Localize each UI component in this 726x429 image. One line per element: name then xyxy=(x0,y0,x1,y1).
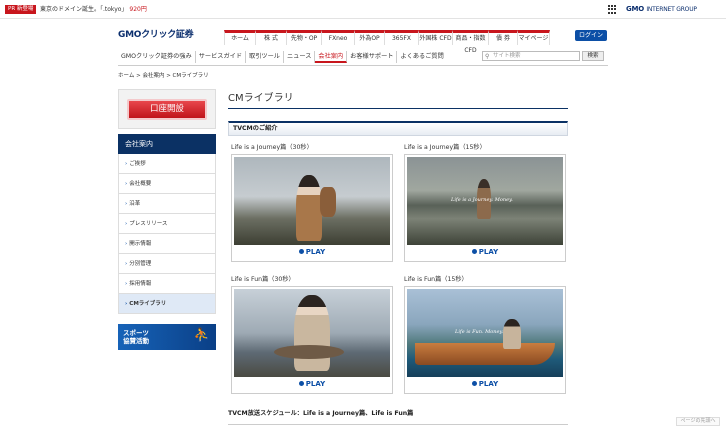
sidebar: 口座開設 会社案内 ご挨拶会社概要沿革プレスリリース開示情報分別管理採用情報CM… xyxy=(118,89,216,350)
search-placeholder: サイト検索 xyxy=(493,53,521,59)
play-icon xyxy=(471,249,477,254)
gmo-group-logo-main[interactable]: GMO xyxy=(626,5,644,13)
play-icon xyxy=(298,249,304,254)
video-still xyxy=(234,157,390,245)
sub-nav: GMOクリック証券の強み サービスガイド 取引ツール ニュース 会社案内 お客様サポートよ… xyxy=(118,51,447,63)
pr-price[interactable]: 920円 xyxy=(129,6,146,13)
site-header: GMOクリック証券 ホーム株 式先物・OP FXneo 外為OP 365FX 外国株 C… xyxy=(0,19,726,67)
video-still: Life is a Journey. Money. xyxy=(407,157,563,245)
gmo-group-logo[interactable]: GMO INTERNET GROUP xyxy=(626,4,697,15)
play-button[interactable]: PLAY xyxy=(234,377,390,391)
main-nav-item[interactable]: FXneo xyxy=(322,30,355,45)
play-icon xyxy=(298,381,304,386)
main-nav-item[interactable]: 外為OP xyxy=(355,30,385,45)
sidebar-item[interactable]: 採用情報 xyxy=(119,274,215,294)
main-content: CMライブラリ TVCMのご紹介 xyxy=(228,89,568,136)
play-label[interactable]: PLAY xyxy=(306,380,325,388)
sports-sponsorship-banner[interactable]: スポーツ 協賛活動 ⛹ xyxy=(118,324,216,350)
logo-gmo[interactable]: GMO xyxy=(118,30,141,40)
sub-nav-item[interactable]: サービスガイド xyxy=(196,51,247,63)
search-input[interactable]: ⚲ サイト検索 xyxy=(482,51,580,61)
sub-nav-item[interactable]: お客様サポート xyxy=(347,51,398,63)
main-nav-item[interactable]: 先物・OP xyxy=(287,30,322,45)
main-nav: ホーム株 式先物・OP FXneo 外為OP 365FX 外国株 CFD 商品・指数 CF… xyxy=(224,30,550,54)
play-label[interactable]: PLAY xyxy=(479,248,498,256)
top-bar: PR 新登場 東京のドメイン誕生。「.tokyo」 920円 GMO INTERN… xyxy=(0,0,726,19)
main-nav-item[interactable]: マイページ xyxy=(518,30,550,45)
logo-name[interactable]: クリック証券 xyxy=(141,30,194,40)
video-thumbnail[interactable]: Life is Fun. Money. PLAY xyxy=(404,286,566,394)
video-title: Life is a Journey篇（30秒） xyxy=(231,144,313,151)
search-button[interactable]: 検索 xyxy=(582,51,604,61)
login-button[interactable]: ログイン xyxy=(575,30,607,41)
main-nav-item[interactable]: 365FX xyxy=(385,30,419,45)
video-thumbnail[interactable]: Life is a Journey. Money. PLAY xyxy=(404,154,566,262)
video-still xyxy=(234,289,390,377)
play-button[interactable]: PLAY xyxy=(407,377,563,391)
play-button[interactable]: PLAY xyxy=(407,245,563,259)
search-icon: ⚲ xyxy=(485,53,490,60)
sidebar-list: ご挨拶会社概要沿革プレスリリース開示情報分別管理採用情報CMライブラリ xyxy=(118,154,216,314)
main-nav-item[interactable]: 商品・指数 CFD xyxy=(453,30,489,54)
sidebar-item[interactable]: CMライブラリ xyxy=(119,294,215,314)
apps-grid-icon[interactable] xyxy=(608,5,617,14)
sub-nav-item[interactable]: 取引ツール xyxy=(246,51,284,63)
main-nav-item[interactable]: 外国株 CFD xyxy=(419,30,453,45)
pr-badge: PR 新登場 xyxy=(5,5,37,14)
sub-nav-item[interactable]: GMOクリック証券の強み xyxy=(118,51,196,63)
page-title: CMライブラリ xyxy=(228,89,568,109)
video-title: Life is a Journey篇（15秒） xyxy=(404,144,486,151)
pr-link[interactable]: 東京のドメイン誕生。「.tokyo」 920円 xyxy=(40,4,147,15)
schedule-divider xyxy=(228,424,568,425)
open-account-button[interactable]: 口座開設 xyxy=(127,99,207,120)
sidebar-item[interactable]: 開示情報 xyxy=(119,234,215,254)
schedule-heading: TVCM放送スケジュール：Life is a Journey篇、Life is … xyxy=(228,410,414,417)
video-thumbnail[interactable]: PLAY xyxy=(231,286,393,394)
video-card[interactable]: Life is Fun篇（15秒） Life is Fun. Money. PL… xyxy=(404,275,566,394)
sidebar-item[interactable]: 沿革 xyxy=(119,194,215,214)
breadcrumb[interactable]: ホーム > 会社案内 > CMライブラリ xyxy=(118,71,209,79)
video-card[interactable]: Life is a Journey篇（30秒） PLAY xyxy=(231,143,393,262)
video-still: Life is Fun. Money. xyxy=(407,289,563,377)
sidebar-item[interactable]: ご挨拶 xyxy=(119,154,215,174)
main-nav-item[interactable]: 債 券 xyxy=(489,30,518,45)
sub-nav-item[interactable]: よくあるご質問 xyxy=(397,51,446,63)
pr-text[interactable]: 東京のドメイン誕生。「.tokyo」 xyxy=(40,6,127,13)
play-label[interactable]: PLAY xyxy=(479,380,498,388)
sub-nav-item[interactable]: 会社案内 xyxy=(315,51,348,63)
open-account-box: 口座開設 xyxy=(118,89,216,129)
section-heading: TVCMのご紹介 xyxy=(228,121,568,136)
sidebar-item[interactable]: 会社概要 xyxy=(119,174,215,194)
sidebar-item[interactable]: プレスリリース xyxy=(119,214,215,234)
main-nav-item[interactable]: 株 式 xyxy=(256,30,287,45)
play-icon xyxy=(471,381,477,386)
play-label[interactable]: PLAY xyxy=(306,248,325,256)
video-card[interactable]: Life is a Journey篇（15秒） Life is a Journe… xyxy=(404,143,566,262)
page-top-button[interactable]: ページの先頭へ xyxy=(676,417,720,426)
gmo-group-logo-suffix[interactable]: INTERNET GROUP xyxy=(646,6,697,13)
play-button[interactable]: PLAY xyxy=(234,245,390,259)
main-nav-item[interactable]: ホーム xyxy=(224,30,256,45)
site-logo[interactable]: GMOクリック証券 xyxy=(118,27,194,40)
video-thumbnail[interactable]: PLAY xyxy=(231,154,393,262)
video-caption: Life is a Journey. Money. xyxy=(451,197,513,203)
sidebar-item[interactable]: 分別管理 xyxy=(119,254,215,274)
video-caption: Life is Fun. Money. xyxy=(455,329,504,335)
video-card[interactable]: Life is Fun篇（30秒） PLAY xyxy=(231,275,393,394)
sub-nav-item[interactable]: ニュース xyxy=(284,51,316,63)
sidebar-section-title: 会社案内 xyxy=(118,134,216,154)
video-title: Life is Fun篇（15秒） xyxy=(404,276,468,283)
video-title: Life is Fun篇（30秒） xyxy=(231,276,295,283)
header-divider xyxy=(118,65,608,66)
athletes-icon: ⛹ xyxy=(193,328,210,343)
